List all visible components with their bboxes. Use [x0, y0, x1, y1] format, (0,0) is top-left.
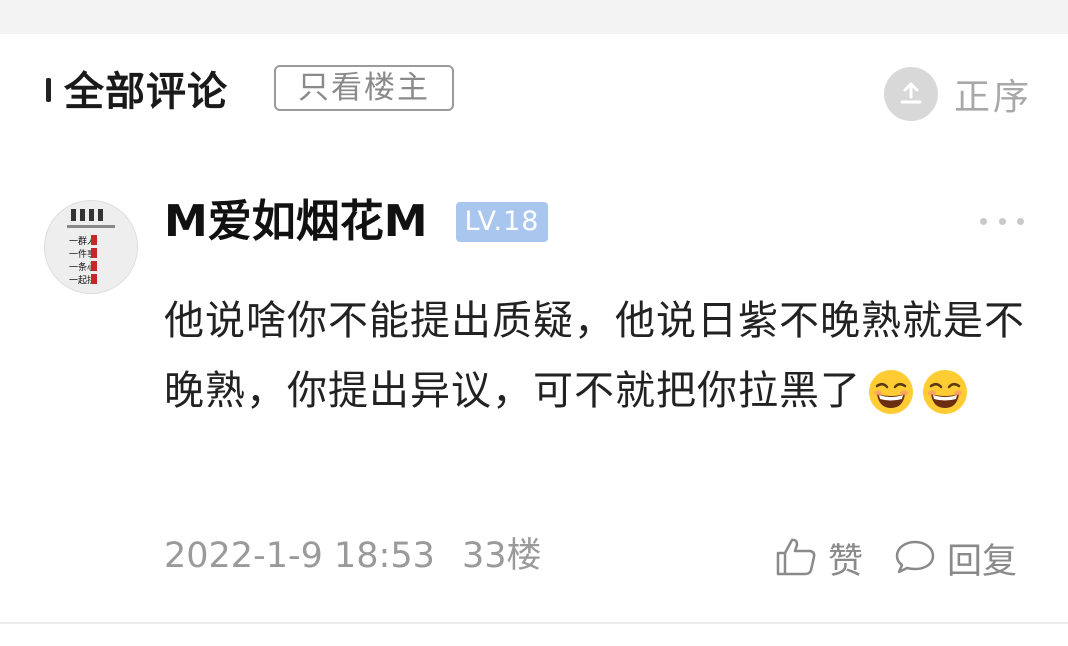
comment-meta: 2022-1-9 18:53 33楼 — [164, 528, 542, 584]
reply-label: 回复 — [947, 541, 1018, 582]
level-badge: LV.18 — [456, 202, 548, 242]
comments-header: 全部评论 只看楼主 正序 — [0, 60, 1068, 124]
comment-timestamp: 2022-1-9 18:53 — [164, 536, 435, 576]
title-accent-bar — [46, 78, 51, 102]
grinning-squint-emoji-icon — [921, 368, 969, 438]
sort-order-toggle[interactable]: 正序 — [884, 67, 1033, 121]
floor-number: 33楼 — [462, 536, 542, 576]
more-dot-icon — [1017, 217, 1024, 225]
grinning-squint-emoji-icon — [867, 368, 915, 438]
thumbs-up-icon — [774, 534, 818, 582]
comment-item: 一群人 一件事 一条心 一起拼 M爱如烟花M LV.18 他说啥你不能提出质疑，… — [0, 190, 1068, 610]
bottom-divider — [0, 622, 1068, 624]
comment-body: 他说啥你不能提出质疑，他说日紫不晚熟就是不晚熟，你提出异议，可不就把你拉黑了 — [164, 286, 1044, 438]
username[interactable]: M爱如烟花M — [164, 192, 428, 252]
reply-button[interactable]: 回复 — [893, 533, 1017, 584]
avatar[interactable]: 一群人 一件事 一条心 一起拼 — [44, 200, 138, 294]
section-title: 全部评论 — [64, 69, 228, 115]
more-dot-icon — [980, 217, 987, 225]
top-divider-strip — [0, 0, 1068, 34]
more-dot-icon — [998, 217, 1006, 225]
like-button[interactable]: 赞 — [774, 533, 863, 584]
more-options-button[interactable] — [980, 214, 1024, 228]
comments-page: 全部评论 只看楼主 正序 一群人 一件事 一条心 一起拼 M爱如烟花M LV.1… — [0, 0, 1068, 646]
sort-label: 正序 — [954, 77, 1033, 118]
only-author-filter-button[interactable]: 只看楼主 — [274, 65, 454, 111]
sort-ascending-icon — [884, 67, 938, 121]
like-label: 赞 — [828, 541, 864, 582]
comment-actions: 赞 回复 — [774, 530, 1017, 586]
speech-bubble-icon — [893, 534, 937, 582]
